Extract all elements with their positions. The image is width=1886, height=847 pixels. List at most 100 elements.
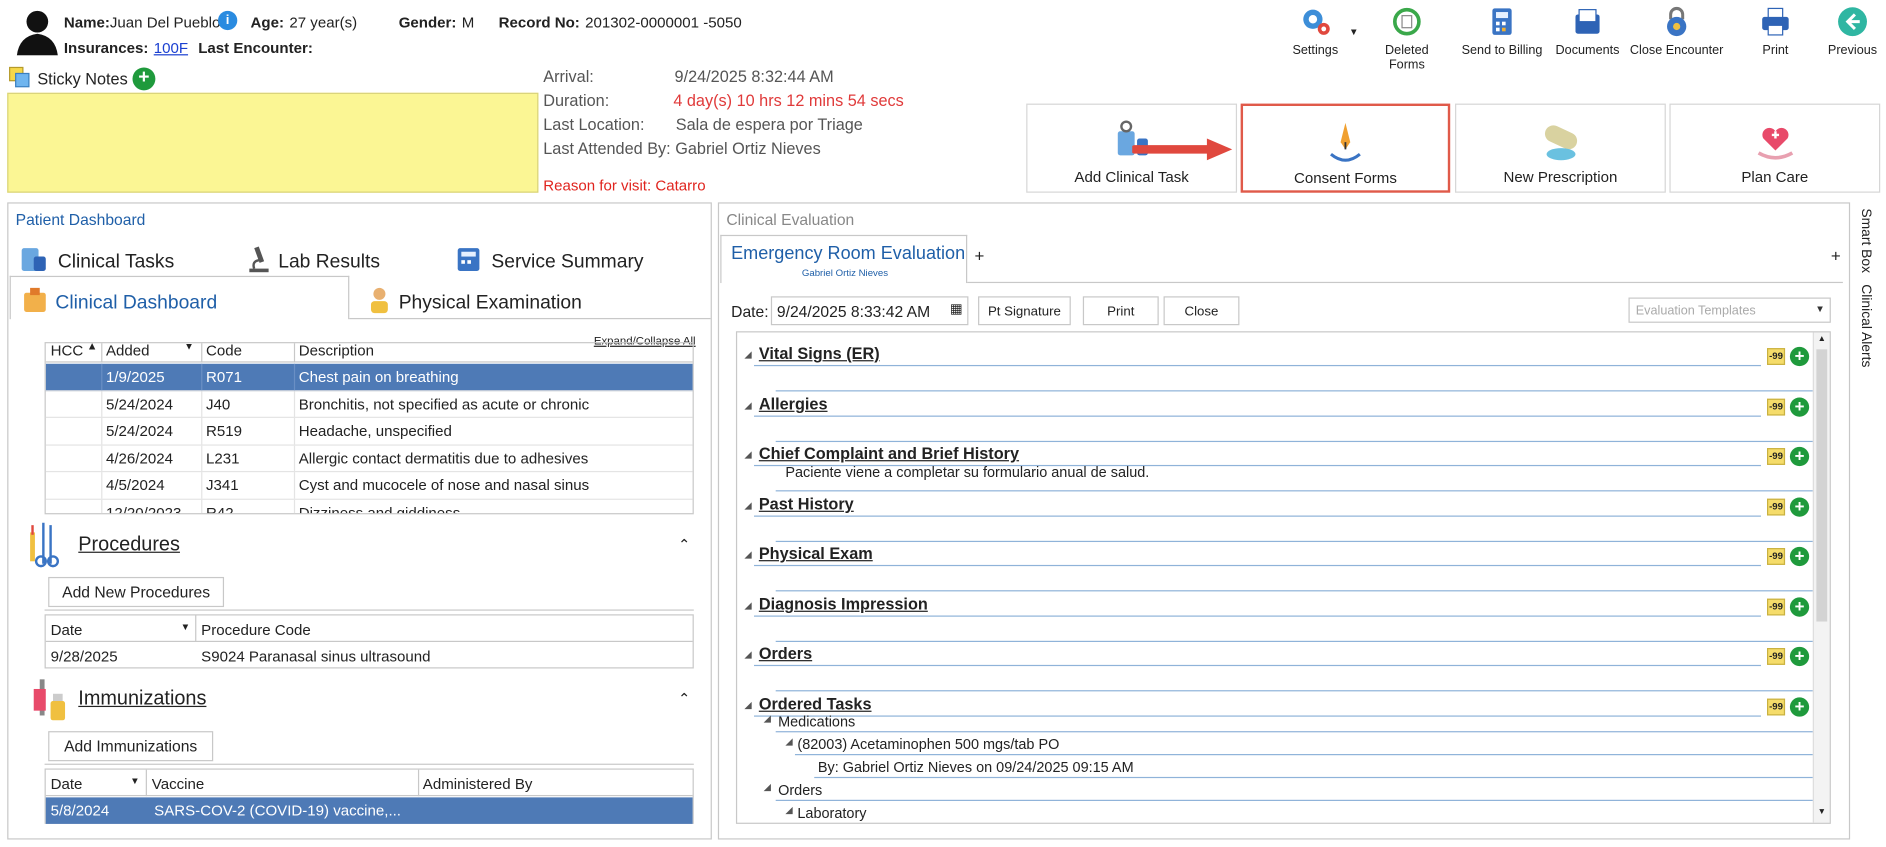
scrollbar[interactable]: ▲ ▼ [1812,332,1830,823]
tab-service-summary[interactable]: Service Summary [455,245,644,280]
send-to-billing-button[interactable]: Send to Billing [1457,5,1546,58]
documents-button[interactable]: Documents [1554,5,1621,58]
smart-box-tab[interactable]: Smart Box [1859,208,1873,273]
add-entry-icon[interactable]: + [1789,346,1810,367]
sort-desc-icon: ▼ [180,621,191,633]
add-entry-icon[interactable]: + [1789,446,1810,467]
section-vital-signs[interactable]: Vital Signs (ER) [759,344,880,362]
section-ordered-tasks[interactable]: Ordered Tasks [759,695,872,713]
add-tab-button[interactable]: + [974,246,984,265]
procedure-row[interactable]: 9/28/2025 S9024 Paranasal sinus ultrasou… [46,643,693,668]
plan-care-button[interactable]: Plan Care [1669,103,1881,193]
evaluation-print-button[interactable]: Print [1082,296,1159,326]
evaluation-templates-select[interactable]: Evaluation Templates ▼ [1628,297,1831,323]
col-imm-date-header[interactable]: Date [51,776,83,793]
procedures-title[interactable]: Procedures [78,534,180,557]
collapse-icon[interactable]: ◢ [764,782,771,793]
quote-icon[interactable]: -99 [1767,548,1786,565]
add-new-procedures-button[interactable]: Add New Procedures [48,576,225,608]
quote-icon[interactable]: -99 [1767,598,1786,616]
collapse-icon[interactable]: ◢ [744,600,751,611]
col-description-header[interactable]: Description [299,343,374,359]
settings-dropdown-icon[interactable]: ▼ [1349,26,1359,37]
col-hcc-header[interactable]: HCC [51,343,84,359]
section-orders[interactable]: Orders [759,644,812,662]
pt-signature-button[interactable]: Pt Signature [978,296,1071,326]
orders-node[interactable]: Orders [778,782,822,799]
add-sticky-note-icon[interactable]: + [132,67,156,91]
section-chief-complaint[interactable]: Chief Complaint and Brief History [759,444,1019,462]
date-input[interactable]: 9/24/2025 8:33:42 AM ▦ [770,296,969,326]
evaluation-close-button[interactable]: Close [1163,296,1240,326]
laboratory-node[interactable]: Laboratory [797,805,866,822]
immunization-row[interactable]: 5/8/2024 SARS-COV-2 (COVID-19) vaccine,.… [45,797,693,824]
table-row[interactable]: 1/9/2025 R071 Chest pain on breathing [45,363,693,391]
table-row[interactable]: 12/20/2023 R42 Dizziness and giddiness [46,499,693,514]
tab-clinical-dashboard[interactable]: Clinical Dashboard [22,285,217,320]
collapse-icon[interactable]: ◢ [744,349,751,360]
add-immunizations-button[interactable]: Add Immunizations [48,731,214,762]
col-vaccine-header[interactable]: Vaccine [152,776,204,793]
col-added-header[interactable]: Added [106,343,150,359]
col-code-header[interactable]: Code [206,343,242,359]
col-proc-date-header[interactable]: Date [51,622,83,639]
collapse-icon[interactable]: ◢ [744,449,751,460]
settings-button[interactable]: Settings [1286,5,1344,58]
medication-item[interactable]: (82003) Acetaminophen 500 mgs/tab PO [797,736,1059,753]
quote-icon[interactable]: -99 [1767,398,1786,416]
add-entry-icon[interactable]: + [1789,697,1810,717]
add-entry-icon[interactable]: + [1789,397,1810,417]
tab-clinical-tasks[interactable]: Clinical Tasks [19,245,174,280]
table-row[interactable]: 5/24/2024 J40 Bronchitis, not specified as… [45,390,693,418]
heart-hand-icon [1751,117,1799,165]
clinical-alerts-tab[interactable]: Clinical Alerts [1859,284,1873,367]
tab-lab-results[interactable]: Lab Results [247,245,380,280]
collapse-procedures-icon[interactable]: ⌃ [678,536,690,553]
deleted-forms-button[interactable]: Deleted Forms [1366,5,1448,72]
sticky-note-area[interactable] [7,92,539,193]
insurance-link[interactable]: 100F [154,40,188,57]
quote-icon[interactable]: -99 [1767,448,1786,465]
add-entry-icon[interactable]: + [1789,597,1810,617]
section-physical-exam[interactable]: Physical Exam [759,544,873,562]
section-past-history[interactable]: Past History [759,495,854,513]
new-prescription-button[interactable]: New Prescription [1455,103,1666,193]
medications-node[interactable]: Medications [778,713,855,730]
section-diagnosis-impression[interactable]: Diagnosis Impression [759,595,928,613]
section-allergies[interactable]: Allergies [759,395,828,413]
close-encounter-button[interactable]: Close Encounter [1628,5,1724,58]
tab-er-evaluation[interactable]: Emergency Room Evaluation Gabriel Ortiz … [720,234,968,284]
collapse-icon[interactable]: ◢ [744,549,751,560]
table-row[interactable]: 4/5/2024 J341 Cyst and mucocele of nose an… [45,472,693,500]
collapse-immunizations-icon[interactable]: ⌃ [678,690,690,707]
table-row[interactable]: 4/26/2024 L231 Allergic contact dermatitis… [45,445,693,473]
col-administered-by-header[interactable]: Administered By [423,776,533,793]
col-proc-code-header[interactable]: Procedure Code [201,622,311,639]
quote-icon[interactable]: -99 [1767,348,1786,365]
quote-icon[interactable]: -99 [1767,498,1786,516]
collapse-icon[interactable]: ◢ [764,713,771,724]
scroll-down-icon[interactable]: ▼ [1818,808,1826,816]
immunizations-title[interactable]: Immunizations [78,688,206,711]
add-panel-button[interactable]: + [1831,246,1841,265]
collapse-icon[interactable]: ◢ [744,649,751,660]
add-entry-icon[interactable]: + [1789,497,1810,517]
info-icon[interactable]: i [218,10,238,31]
collapse-icon[interactable]: ◢ [744,700,751,711]
collapse-icon[interactable]: ◢ [785,736,792,747]
scroll-up-icon[interactable]: ▲ [1818,335,1826,343]
previous-button[interactable]: Previous [1824,5,1882,58]
calendar-icon[interactable]: ▦ [950,301,963,316]
add-entry-icon[interactable]: + [1789,646,1810,667]
quote-icon[interactable]: -99 [1767,698,1786,716]
collapse-icon[interactable]: ◢ [744,500,751,511]
tab-physical-examination[interactable]: Physical Examination [367,285,582,320]
collapse-icon[interactable]: ◢ [744,400,751,411]
scrollbar-thumb[interactable] [1816,349,1828,622]
consent-forms-button[interactable]: Consent Forms [1240,103,1451,193]
add-entry-icon[interactable]: + [1789,546,1810,567]
print-toolbar-button[interactable]: Print [1749,5,1802,58]
collapse-icon[interactable]: ◢ [785,805,792,816]
quote-icon[interactable]: -99 [1767,648,1786,665]
table-row[interactable]: 5/24/2024 R519 Headache, unspecified [45,417,693,446]
